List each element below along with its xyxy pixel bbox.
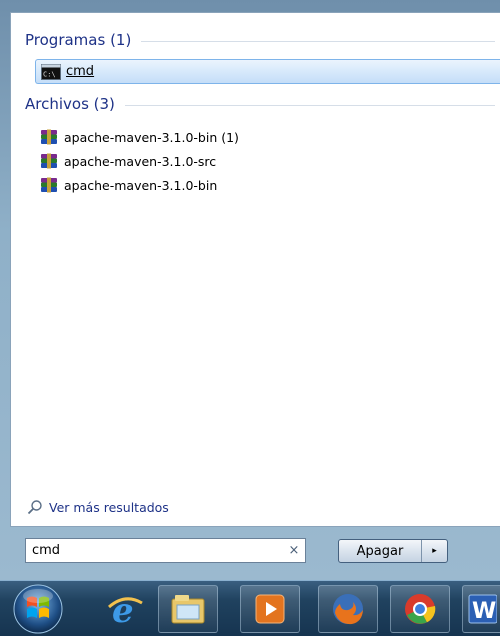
program-result-label: cmd — [66, 64, 95, 79]
chrome-taskbar-button[interactable] — [390, 585, 450, 633]
search-box[interactable]: × — [25, 538, 306, 563]
chrome-icon — [405, 594, 436, 624]
group-divider — [124, 104, 495, 106]
cmd-icon: C:\ — [41, 63, 61, 80]
file-result-item[interactable]: apache-maven-3.1.0-src — [39, 149, 216, 173]
internet-explorer-taskbar-button[interactable]: e — [95, 585, 155, 633]
file-explorer-taskbar-button[interactable] — [158, 585, 218, 633]
word-icon-glyph: W — [472, 599, 496, 624]
search-results-pane: Programas (1) C:\ cmd Archivos (3) apach… — [10, 12, 500, 527]
see-more-results-label: Ver más resultados — [49, 499, 169, 515]
shutdown-button-group: Apagar ▸ — [338, 539, 448, 563]
see-more-results-link[interactable]: Ver más resultados — [27, 497, 169, 517]
winrar-archive-icon — [41, 153, 57, 169]
programs-group-label: Programas (1) — [25, 31, 132, 49]
media-player-taskbar-button[interactable] — [240, 585, 300, 633]
shutdown-button[interactable]: Apagar — [339, 540, 422, 562]
files-group-label: Archivos (3) — [25, 95, 115, 113]
word-taskbar-button[interactable]: W — [462, 585, 500, 633]
taskbar: e W — [0, 580, 500, 636]
winrar-archive-icon — [41, 129, 57, 145]
file-explorer-icon — [171, 595, 205, 624]
media-player-icon — [255, 594, 285, 624]
word-icon: W — [468, 594, 497, 624]
firefox-icon — [333, 594, 363, 625]
start-menu: Programas (1) C:\ cmd Archivos (3) apach… — [0, 0, 500, 580]
svg-text:C:\: C:\ — [43, 70, 56, 78]
file-result-item[interactable]: apache-maven-3.1.0-bin (1) — [39, 125, 239, 149]
file-result-item[interactable]: apache-maven-3.1.0-bin — [39, 173, 217, 197]
file-result-label: apache-maven-3.1.0-bin (1) — [64, 129, 239, 145]
clear-search-icon[interactable]: × — [283, 543, 305, 558]
group-divider — [141, 40, 495, 42]
program-result-cmd[interactable]: C:\ cmd — [35, 59, 500, 84]
file-result-label: apache-maven-3.1.0-bin — [64, 177, 218, 193]
file-result-label: apache-maven-3.1.0-src — [64, 153, 217, 169]
programs-group-header[interactable]: Programas (1) — [25, 29, 495, 51]
shutdown-options-arrow-icon[interactable]: ▸ — [422, 540, 447, 562]
search-input[interactable] — [26, 540, 283, 561]
files-group-header[interactable]: Archivos (3) — [25, 93, 495, 115]
internet-explorer-icon: e — [108, 591, 143, 629]
svg-text:e: e — [112, 591, 134, 629]
firefox-taskbar-button[interactable] — [318, 585, 378, 633]
winrar-archive-icon — [41, 177, 57, 193]
start-button-windows-icon[interactable] — [12, 583, 64, 635]
search-icon — [27, 500, 42, 515]
